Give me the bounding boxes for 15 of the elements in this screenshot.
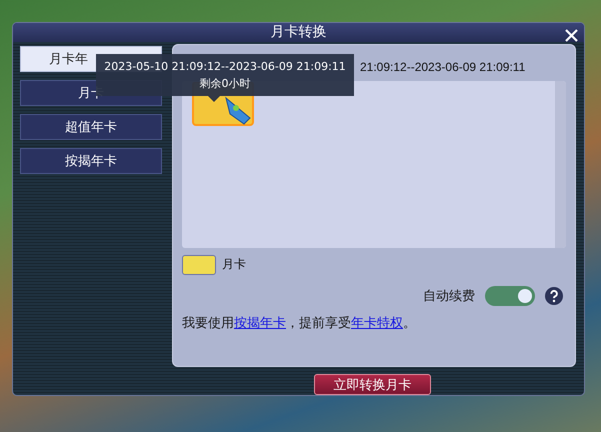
help-icon[interactable] [545, 286, 563, 304]
window-title: 月卡转换 [270, 23, 326, 42]
notice-link[interactable]: 按揭年卡 [234, 316, 286, 330]
scrollbar-track[interactable] [555, 80, 566, 248]
period-text: 21:09:12--2023-06-09 21:09:11 [360, 60, 526, 76]
tooltip-text: 剩余0小时 [200, 76, 250, 90]
auto-renew-label: 自动续费 [423, 288, 475, 304]
side-tab[interactable]: 按揭年卡 [20, 148, 162, 174]
close-icon[interactable] [565, 29, 578, 42]
convert-button[interactable]: 立即转换月卡 [314, 374, 431, 395]
side-tab[interactable]: 超值年卡 [20, 114, 162, 140]
notice-text: 我要使用按揭年卡，提前享受年卡特权。 [182, 314, 417, 332]
legend-label: 月卡 [222, 256, 246, 273]
notice-link[interactable]: 年卡特权 [351, 316, 403, 330]
toggle-switch[interactable] [485, 286, 535, 306]
